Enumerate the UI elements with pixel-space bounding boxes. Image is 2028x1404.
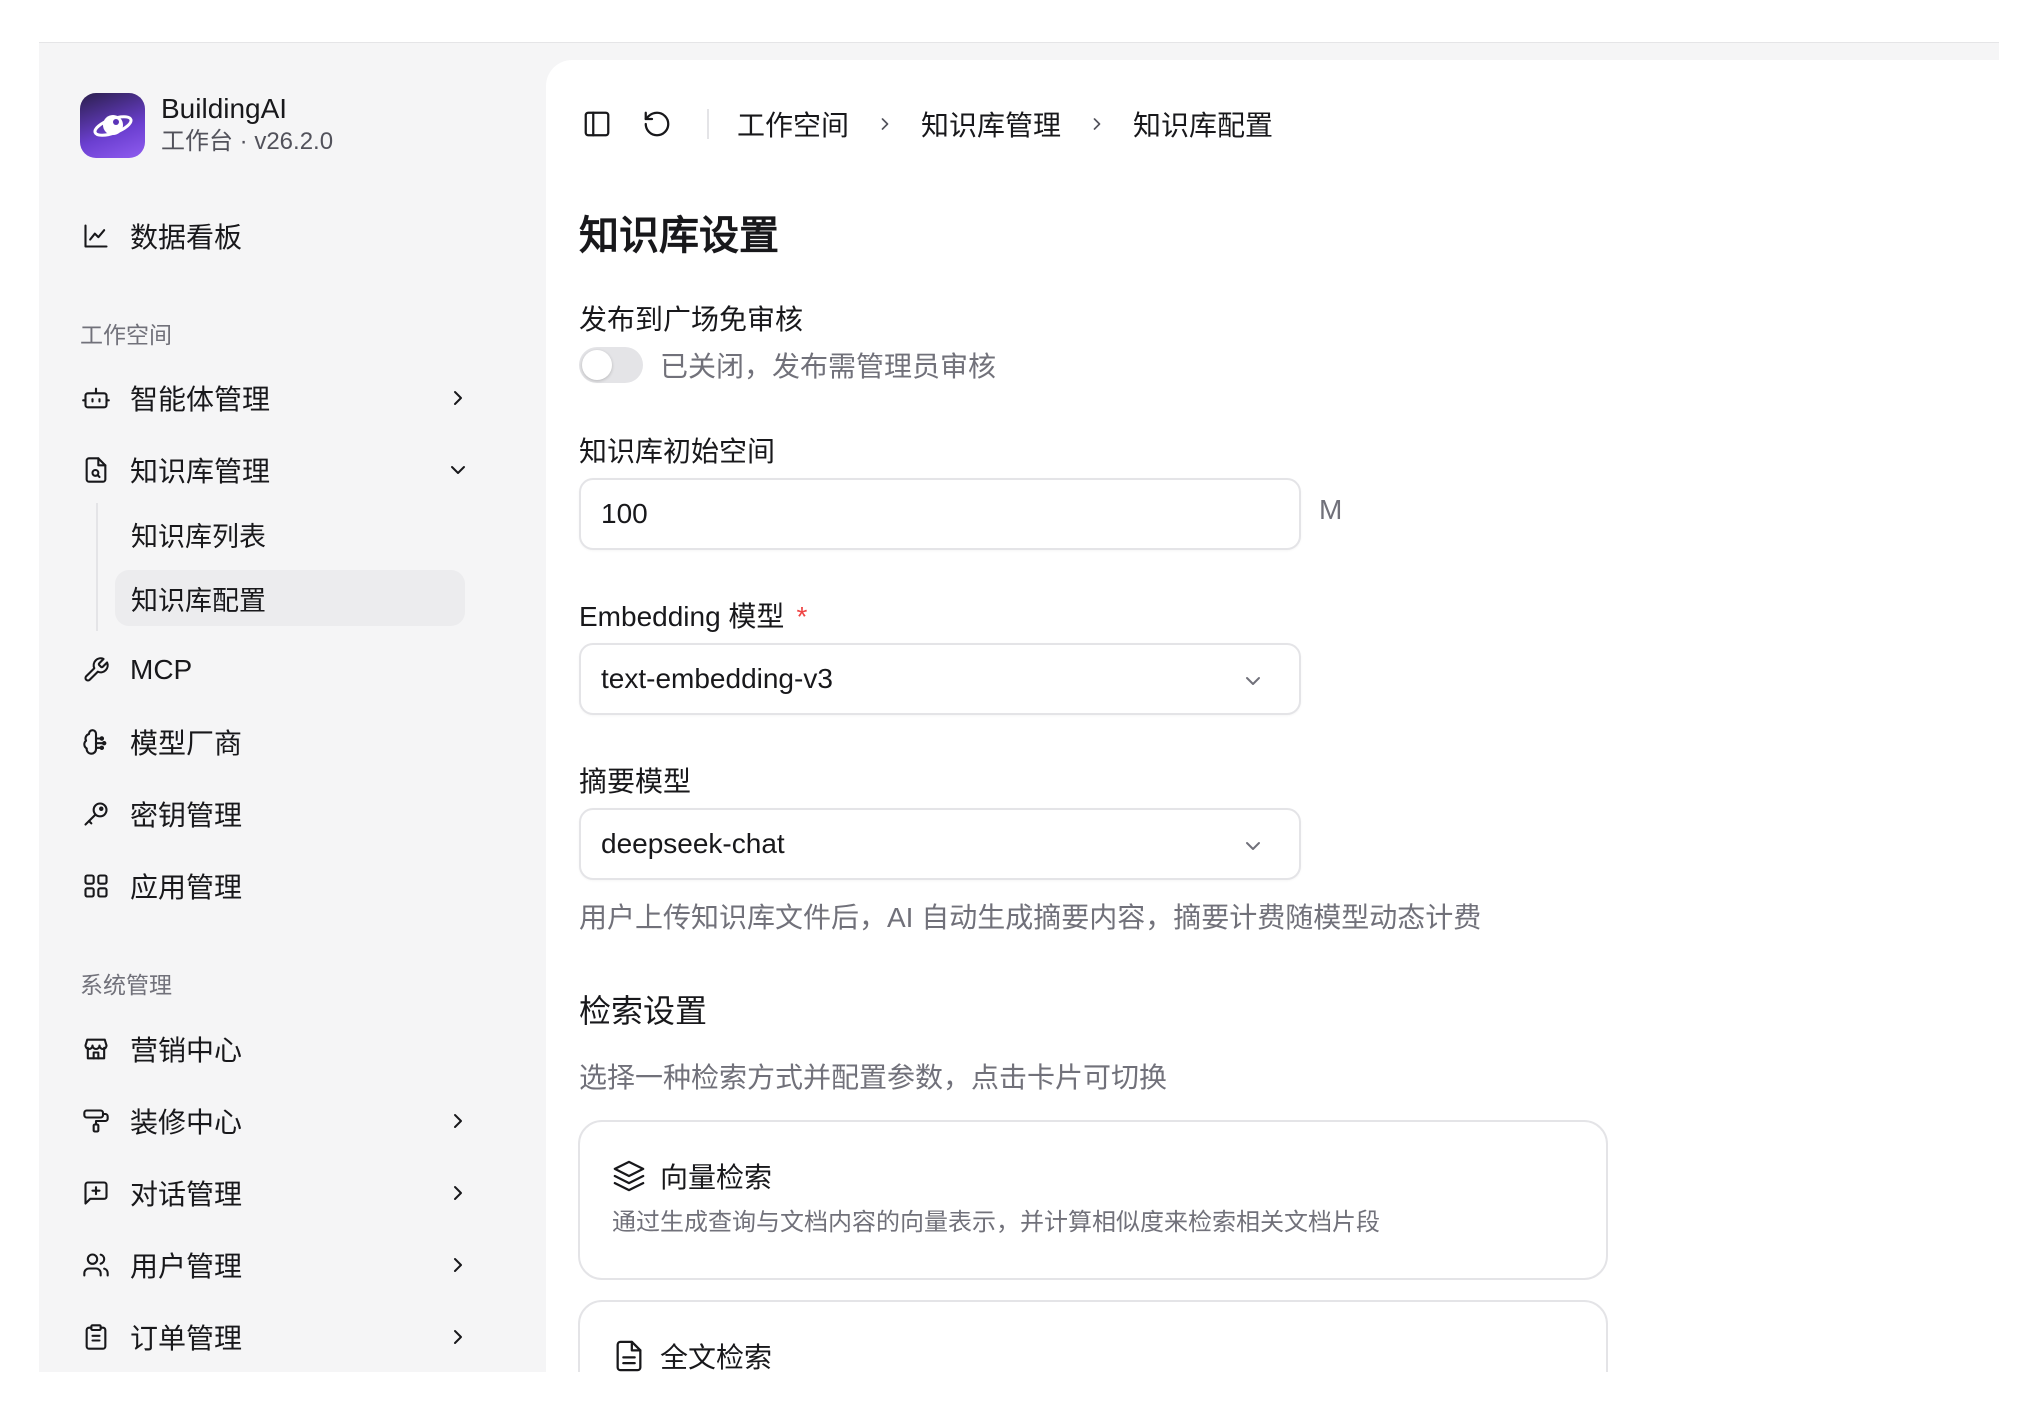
breadcrumb-workspace[interactable]: 工作空间	[737, 104, 849, 144]
line-chart-icon	[80, 220, 112, 252]
embedding-model-select[interactable]: text-embedding-v3	[579, 643, 1301, 715]
fulltext-search-title: 全文检索	[612, 1336, 772, 1372]
topbar: 工作空间 知识库管理 知识库配置	[579, 104, 1273, 144]
embedding-label: Embedding 模型 *	[579, 595, 807, 635]
sidebar-item-users[interactable]: 用户管理	[80, 1237, 510, 1293]
summary-model-select[interactable]: deepseek-chat	[579, 808, 1301, 880]
sidebar-item-agents[interactable]: 智能体管理	[80, 370, 510, 426]
refresh-button[interactable]	[639, 106, 675, 142]
sidebar-item-label: 装修中心	[130, 1107, 243, 1138]
app-version: 工作台 · v26.2.0	[161, 128, 334, 155]
space-input-value: 100	[601, 498, 648, 529]
search-settings-hint: 选择一种检索方式并配置参数，点击卡片可切换	[579, 1062, 1168, 1093]
message-square-plus-icon	[80, 1177, 112, 1209]
sidebar-item-marketing[interactable]: 营销中心	[80, 1021, 510, 1077]
sidebar-subitem-knowledge-config[interactable]: 知识库配置	[115, 570, 465, 626]
sidebar-subitem-label: 知识库列表	[131, 521, 266, 552]
space-input[interactable]: 100	[579, 478, 1301, 550]
breadcrumb-knowledge-config: 知识库配置	[1133, 110, 1274, 141]
toolbar-divider	[707, 109, 709, 139]
vector-search-card[interactable]: 向量检索 通过生成查询与文档内容的向量表示，并计算相似度来检索相关文档片段	[578, 1120, 1608, 1280]
publish-status-text: 已关闭，发布需管理员审核	[660, 351, 997, 382]
publish-toggle-row: 已关闭，发布需管理员审核	[579, 345, 996, 385]
app-window: BuildingAI 工作台 · v26.2.0 数据看板 工作空间 智能体管理…	[39, 42, 1999, 1372]
chevron-down-icon	[451, 466, 465, 474]
embedding-label-text: Embedding 模型	[579, 601, 785, 632]
chevron-right-icon	[454, 1258, 462, 1272]
file-text-icon	[616, 1340, 642, 1372]
chevron-down-icon	[1246, 842, 1260, 850]
sidebar-item-label: 用户管理	[130, 1251, 243, 1282]
chevron-right-icon	[454, 1330, 462, 1344]
clipboard-list-icon	[80, 1321, 112, 1353]
sidebar-item-decoration[interactable]: 装修中心	[80, 1093, 510, 1149]
sidebar-item-label: 营销中心	[130, 1035, 243, 1066]
sidebar-item-label: 数据看板	[130, 222, 243, 253]
sidebar-item-label: 模型厂商	[130, 728, 243, 759]
sidebar-item-conversations[interactable]: 对话管理	[80, 1165, 510, 1221]
sidebar-item-keys[interactable]: 密钥管理	[80, 786, 510, 842]
app-name: BuildingAI	[161, 93, 288, 124]
section-title-workspace: 工作空间	[80, 322, 172, 348]
vector-search-title: 向量检索	[612, 1156, 772, 1196]
main-panel: 工作空间 知识库管理 知识库配置 知识库设置 发布到广场免审核 已关闭，发布需管…	[546, 60, 1999, 1372]
brand[interactable]: BuildingAI 工作台 · v26.2.0	[80, 92, 333, 158]
file-search-icon	[80, 454, 112, 486]
section-title-system: 系统管理	[80, 972, 172, 998]
card-title-text: 向量检索	[660, 1162, 773, 1193]
summary-label: 摘要模型	[579, 766, 692, 797]
sidebar-item-label: 知识库管理	[130, 456, 271, 487]
grid-icon	[80, 870, 112, 902]
sidebar-item-mcp[interactable]: MCP	[80, 642, 510, 698]
sidebar-item-label: 应用管理	[130, 872, 243, 903]
sidebar-subitem-label: 知识库配置	[131, 585, 266, 616]
sidebar-toggle-button[interactable]	[579, 106, 615, 142]
sidebar-item-dashboard[interactable]: 数据看板	[80, 208, 510, 264]
summary-model-value: deepseek-chat	[601, 828, 785, 859]
brain-icon	[80, 726, 112, 758]
wrench-icon	[80, 654, 112, 686]
paint-roller-icon	[80, 1105, 112, 1137]
submenu-guide-line	[96, 503, 98, 631]
sidebar-item-label: 订单管理	[130, 1323, 243, 1354]
sidebar-subitem-knowledge-list[interactable]: 知识库列表	[115, 506, 465, 562]
sidebar-item-label: 智能体管理	[130, 384, 271, 415]
card-title-text: 全文检索	[660, 1342, 773, 1372]
publish-toggle[interactable]	[579, 347, 643, 383]
required-mark: *	[796, 601, 808, 632]
chevron-right-icon	[1087, 114, 1107, 134]
breadcrumb-knowledge-management[interactable]: 知识库管理	[921, 104, 1061, 144]
chevron-down-icon	[1246, 677, 1260, 685]
space-label: 知识库初始空间	[579, 436, 776, 467]
toggle-knob	[582, 350, 612, 380]
publish-label: 发布到广场免审核	[579, 304, 804, 335]
summary-hint: 用户上传知识库文件后，AI 自动生成摘要内容，摘要计费随模型动态计费	[579, 902, 1482, 933]
sidebar-item-label: MCP	[130, 654, 193, 685]
sidebar-item-orders[interactable]: 订单管理	[80, 1309, 510, 1365]
app-logo-icon	[80, 92, 145, 158]
embedding-model-value: text-embedding-v3	[601, 663, 833, 694]
rotate-ccw-icon	[644, 111, 670, 137]
search-settings-title: 检索设置	[579, 993, 708, 1029]
sidebar: BuildingAI 工作台 · v26.2.0 数据看板 工作空间 智能体管理…	[39, 43, 546, 1372]
page-title: 知识库设置	[579, 214, 779, 258]
users-icon	[80, 1249, 112, 1281]
chevron-right-icon	[454, 1186, 462, 1200]
sidebar-item-knowledge[interactable]: 知识库管理	[80, 442, 510, 498]
chevron-right-icon	[875, 114, 895, 134]
key-icon	[80, 798, 112, 830]
store-icon	[80, 1033, 112, 1065]
bot-icon	[80, 382, 112, 414]
vector-search-desc: 通过生成查询与文档内容的向量表示，并计算相似度来检索相关文档片段	[612, 1209, 1380, 1236]
panel-left-icon	[584, 111, 610, 137]
chevron-right-icon	[454, 1114, 462, 1128]
space-unit: M	[1319, 494, 1343, 525]
chevron-right-icon	[454, 391, 462, 405]
sidebar-item-label: 密钥管理	[130, 800, 243, 831]
layers-icon	[613, 1160, 645, 1192]
sidebar-item-label: 对话管理	[130, 1179, 243, 1210]
sidebar-item-model-providers[interactable]: 模型厂商	[80, 714, 510, 770]
fulltext-search-card[interactable]: 全文检索	[578, 1300, 1608, 1372]
sidebar-item-apps[interactable]: 应用管理	[80, 858, 510, 914]
